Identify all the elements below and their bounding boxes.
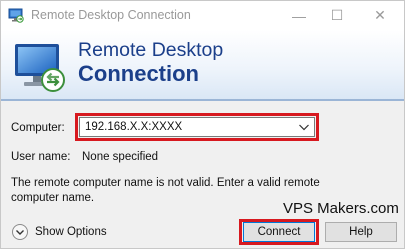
rdp-window: Remote Desktop Connection — ☐ ✕ Remote D…: [0, 0, 405, 249]
help-button[interactable]: Help: [325, 222, 397, 242]
maximize-button[interactable]: ☐: [322, 1, 352, 30]
computer-value[interactable]: 192.168.X.X:XXXX: [85, 121, 182, 133]
close-button[interactable]: ✕: [365, 1, 395, 30]
show-options-toggle[interactable]: Show Options: [11, 223, 107, 241]
username-value: None specified: [82, 151, 159, 163]
banner-title-line1: Remote Desktop: [78, 39, 224, 61]
computer-combobox[interactable]: 192.168.X.X:XXXX: [79, 117, 315, 137]
window-title: Remote Desktop Connection: [31, 8, 191, 22]
banner: Remote Desktop Connection: [1, 30, 404, 101]
connect-button[interactable]: Connect: [243, 222, 315, 242]
minimize-button[interactable]: —: [284, 1, 314, 30]
computer-label: Computer:: [11, 122, 65, 134]
chevron-down-icon[interactable]: [298, 122, 310, 132]
options-expand-icon[interactable]: [11, 223, 29, 241]
rdp-monitor-icon: [15, 44, 65, 92]
banner-title-line2: Connection: [78, 61, 199, 86]
rdp-app-icon: [8, 8, 24, 23]
watermark-text: VPS Makers.com: [283, 200, 399, 217]
show-options-label[interactable]: Show Options: [35, 226, 107, 238]
error-message: The remote computer name is not valid. E…: [11, 177, 320, 204]
username-label: User name:: [11, 151, 71, 163]
title-bar: Remote Desktop Connection — ☐ ✕: [1, 1, 404, 30]
